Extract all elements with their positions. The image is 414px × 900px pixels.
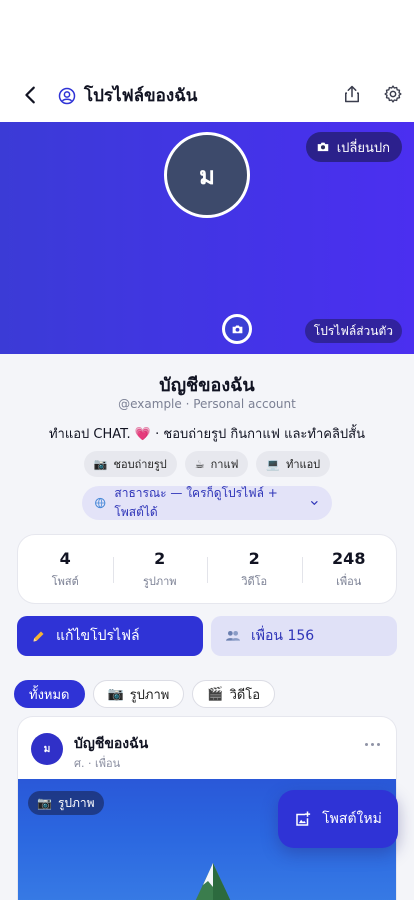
- new-post-button[interactable]: โพสต์ใหม่: [278, 790, 398, 848]
- tab-label: รูปภาพ: [129, 687, 170, 703]
- bio-text: ทำแอป CHAT. 💗 · ชอบถ่ายรูป กินกาแฟ และทำ…: [48, 427, 366, 442]
- edit-profile-label: แก้ไขโปรไฟล์: [56, 628, 140, 644]
- stat-value: 4: [59, 548, 71, 568]
- interest-label: กาแฟ: [210, 458, 239, 471]
- chevron-left-icon: [25, 86, 35, 104]
- interest-label: ทำแอป: [286, 458, 321, 471]
- tab-photos[interactable]: 📷 รูปภาพ: [92, 680, 185, 708]
- share-icon: [345, 85, 359, 103]
- tab-all[interactable]: ทั้งหมด: [14, 680, 85, 708]
- camera-icon: [232, 324, 242, 333]
- stat-label: วิดีโอ: [241, 574, 268, 588]
- title-group: โปรไฟล์ของฉัน: [58, 82, 197, 109]
- chevron-down-icon: [311, 501, 318, 505]
- stat-photos[interactable]: 2 รูปภาพ: [112, 535, 208, 603]
- stat-label: รูปภาพ: [142, 574, 177, 588]
- interest-label: ชอบถ่ายรูป: [113, 458, 167, 471]
- globe-icon: [95, 497, 106, 509]
- back-button[interactable]: [18, 82, 44, 108]
- clapper-icon: 🎬: [207, 686, 224, 702]
- coffee-icon: ☕: [194, 457, 205, 471]
- stat-label: เพื่อน: [336, 574, 362, 588]
- camera-icon: 📷: [93, 457, 108, 471]
- stat-value: 2: [154, 548, 166, 568]
- interest-chip[interactable]: 💻 ทำแอป: [256, 451, 331, 477]
- dot: [370, 742, 374, 746]
- stat-value: 248: [332, 548, 366, 568]
- page-title: โปรไฟล์ของฉัน: [84, 86, 198, 106]
- mountain-icon: [195, 863, 231, 900]
- post-meta: ศ. · เพื่อน: [74, 757, 121, 770]
- friends-label: เพื่อน 156: [251, 628, 315, 644]
- change-cover-button[interactable]: เปลี่ยนปก: [305, 132, 402, 162]
- media-type-label: รูปภาพ: [57, 795, 95, 810]
- camera-icon: 📷: [107, 686, 124, 702]
- gear-icon: [384, 85, 402, 103]
- tab-label: วิดีโอ: [229, 687, 261, 703]
- tab-label: ทั้งหมด: [29, 687, 70, 703]
- interest-chips: 📷 ชอบถ่ายรูป ☕ กาแฟ 💻 ทำแอป: [0, 451, 414, 477]
- laptop-icon: 💻: [266, 457, 281, 471]
- change-cover-label: เปลี่ยนปก: [336, 140, 390, 156]
- stats-card: 4 โพสต์ 2 รูปภาพ 2 วิดีโอ 248 เพื่อน: [17, 534, 397, 604]
- settings-button[interactable]: [381, 82, 405, 106]
- friends-button[interactable]: เพื่อน 156: [211, 616, 397, 656]
- avatar-initial: ม: [199, 161, 215, 190]
- stat-videos[interactable]: 2 วิดีโอ: [207, 535, 302, 603]
- add-photo-icon: [296, 811, 311, 826]
- camera-icon: [317, 142, 328, 152]
- stat-friends[interactable]: 248 เพื่อน: [301, 535, 397, 603]
- users-icon: [226, 631, 240, 641]
- post-filter-tabs: ทั้งหมด 📷 รูปภาพ 🎬 วิดีโอ: [14, 680, 276, 708]
- share-button[interactable]: [340, 82, 364, 106]
- display-name: บัญชีของฉัน: [159, 375, 255, 396]
- stat-value: 2: [248, 548, 260, 568]
- post-author-name[interactable]: บัญชีของฉัน: [74, 733, 148, 755]
- camera-icon: 📷: [37, 796, 52, 810]
- account-handle: @example · Personal account: [118, 397, 296, 411]
- more-options-button[interactable]: [362, 737, 382, 751]
- user-circle-icon: [58, 87, 76, 105]
- stat-label: โพสต์: [51, 574, 79, 588]
- stat-posts[interactable]: 4 โพสต์: [18, 535, 113, 603]
- change-avatar-button[interactable]: [222, 314, 252, 344]
- privacy-dropdown[interactable]: สาธารณะ — ใครก็ดูโปรไฟล์ + โพสต์ได้: [82, 486, 332, 520]
- status-bar-area: [0, 0, 414, 70]
- interest-chip[interactable]: ☕ กาแฟ: [184, 451, 249, 477]
- privacy-value: สาธารณะ — ใครก็ดูโปรไฟล์ + โพสต์ได้: [114, 486, 278, 519]
- edit-profile-button[interactable]: แก้ไขโปรไฟล์: [17, 616, 203, 656]
- media-type-badge: 📷 รูปภาพ: [28, 791, 104, 815]
- top-app-bar: โปรไฟล์ของฉัน: [0, 70, 414, 122]
- tab-videos[interactable]: 🎬 วิดีโอ: [192, 680, 276, 708]
- private-profile-badge: โปรไฟล์ส่วนตัว: [304, 319, 402, 343]
- avatar[interactable]: ม: [164, 132, 250, 218]
- pencil-icon: [33, 631, 44, 641]
- dot: [376, 742, 380, 746]
- interest-chip[interactable]: 📷 ชอบถ่ายรูป: [83, 451, 177, 477]
- dot: [364, 742, 368, 746]
- post-author-avatar[interactable]: ม: [31, 733, 63, 765]
- new-post-label: โพสต์ใหม่: [322, 811, 382, 827]
